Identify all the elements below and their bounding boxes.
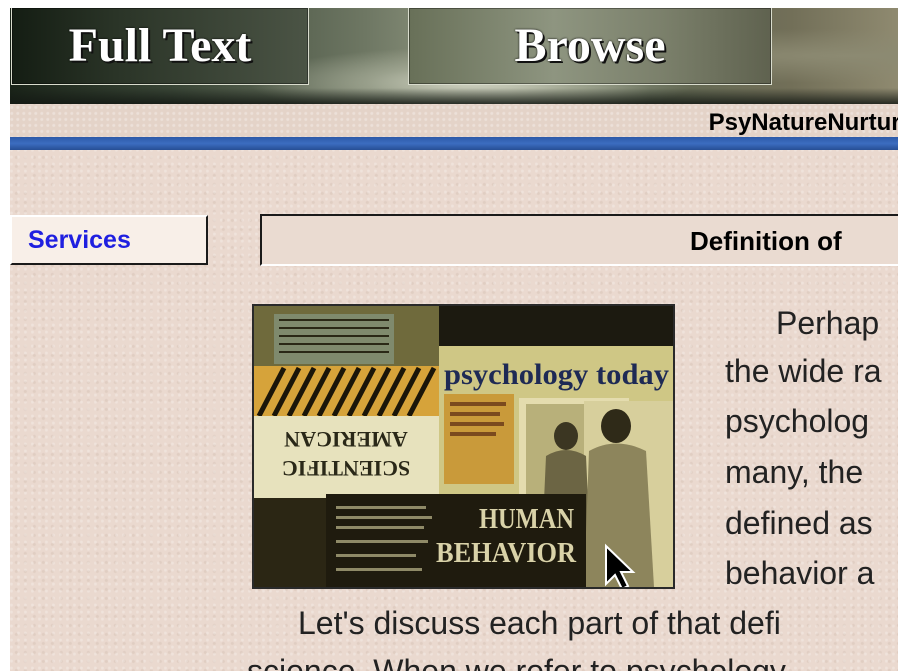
book-line-1: HUMAN: [479, 504, 574, 535]
full-text-button[interactable]: Full Text: [11, 8, 309, 85]
illustration-collage: AMERICAN SCIENTIFIC psychology today HUM…: [254, 306, 673, 587]
body-line-7: Let's discuss each part of that defi: [298, 605, 781, 641]
body-line-6: behavior a: [725, 555, 875, 591]
site-title: PsyNatureNurture D: [708, 109, 898, 136]
body-line-1: Perhap: [776, 305, 880, 341]
body-line-2: the wide ra: [725, 353, 882, 389]
browse-button[interactable]: Browse: [408, 8, 772, 85]
psychology-illustration: AMERICAN SCIENTIFIC psychology today HUM…: [252, 304, 675, 589]
body-line-5: defined as: [725, 505, 873, 541]
topbar-shadow: [10, 88, 898, 104]
body-line-3: psycholog: [725, 403, 870, 439]
section-heading-box: Definition of: [260, 214, 898, 266]
book-line-2: BEHAVIOR: [436, 538, 577, 569]
section-heading: Definition of: [690, 226, 842, 256]
cover-line-1: SCIENTIFIC: [282, 456, 410, 481]
cover-line-2: AMERICAN: [284, 427, 408, 452]
body-line-4: many, the: [725, 454, 864, 490]
magazine-title: psychology today: [444, 358, 669, 391]
title-band: PsyNatureNurture D: [10, 105, 898, 137]
page: Full Text Browse PsyNatureNurture D Serv…: [10, 8, 898, 671]
blue-divider: [10, 137, 898, 150]
body-line-8: science. When we refer to psychology: [247, 653, 786, 671]
top-navigation-bar: Full Text Browse: [10, 8, 898, 104]
services-button[interactable]: Services: [10, 215, 208, 265]
